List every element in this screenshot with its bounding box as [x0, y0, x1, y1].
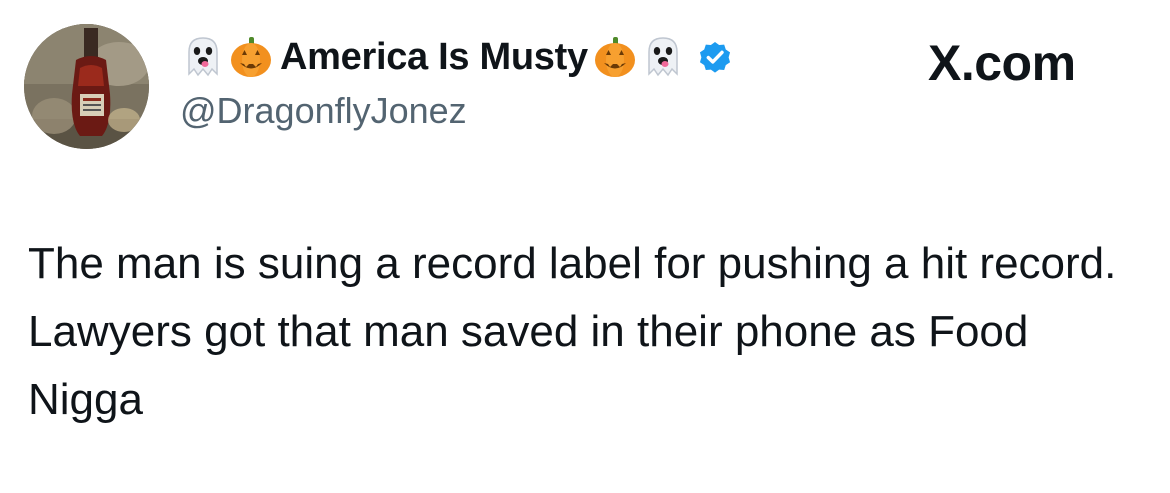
avatar[interactable] [24, 24, 149, 149]
name-row: America Is Musty [180, 28, 880, 86]
pumpkin-icon [592, 34, 638, 80]
ghost-icon [180, 34, 226, 80]
avatar-image [24, 24, 149, 149]
ghost-icon [640, 34, 686, 80]
source-label: X.com [928, 35, 1076, 91]
pumpkin-icon [228, 34, 274, 80]
tweet-header: America Is Musty @DragonflyJonez [180, 28, 880, 132]
tweet-text: The man is suing a record label for push… [28, 239, 1117, 424]
tweet-card: America Is Musty @DragonflyJonez X.com T… [0, 0, 1170, 493]
display-name[interactable]: America Is Musty [280, 36, 588, 79]
verified-badge-icon [696, 38, 734, 76]
user-handle[interactable]: @DragonflyJonez [180, 90, 880, 132]
